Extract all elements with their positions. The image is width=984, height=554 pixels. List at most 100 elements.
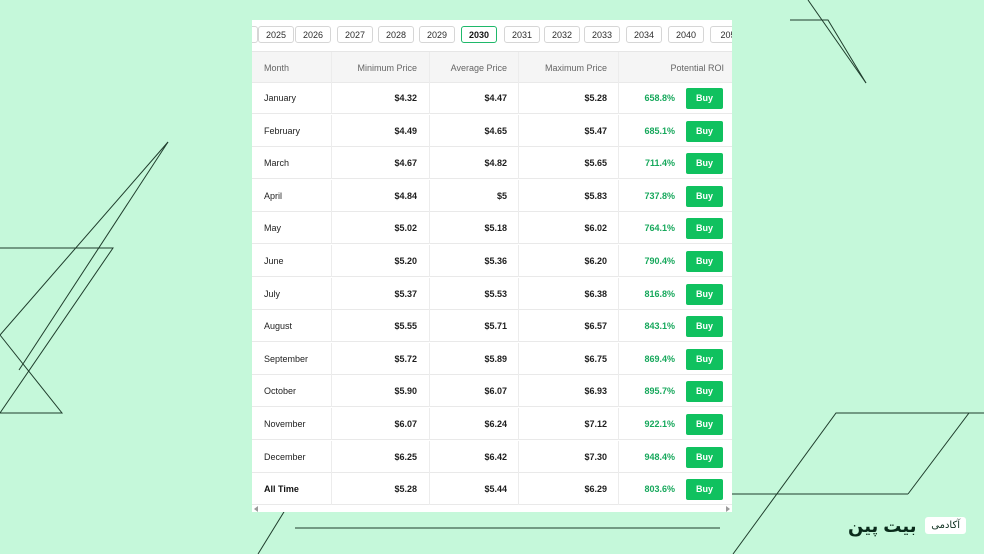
cell-avg-price: $5.36 (429, 245, 518, 277)
table-row: All Time $5.28 $5.44 $6.29 803.6% Buy (252, 473, 732, 506)
cell-avg-price: $6.07 (429, 375, 518, 408)
cell-month: May (264, 223, 282, 234)
buy-button[interactable]: Buy (686, 414, 723, 435)
year-tab-2026[interactable]: 2026 (295, 26, 331, 43)
table-row: September $5.72 $5.89 $6.75 869.4% Buy (252, 342, 732, 375)
year-tab-2040[interactable]: 2040 (668, 26, 704, 43)
roi-value: 711.4% (644, 158, 675, 169)
cell-roi: 816.8% Buy (618, 277, 732, 310)
cell-avg-price: $4.82 (429, 147, 518, 180)
cell-avg-price: $4.47 (429, 82, 518, 114)
buy-button[interactable]: Buy (686, 251, 723, 272)
cell-avg-price: $6.42 (429, 440, 518, 473)
cell-min-price: $4.32 (331, 82, 429, 114)
cell-roi: 895.7% Buy (618, 375, 732, 408)
cell-max-price: $7.30 (518, 440, 618, 473)
cell-month: November (264, 419, 306, 429)
buy-button[interactable]: Buy (686, 185, 723, 207)
roi-value: 790.4% (644, 256, 675, 266)
cell-roi: 803.6% Buy (618, 473, 732, 506)
buy-button[interactable]: Buy (686, 348, 723, 370)
cell-min-price: $5.28 (331, 473, 429, 506)
year-tab-2029[interactable]: 2029 (419, 26, 455, 43)
price-prediction-card: 5202520262027202820292030203120322033203… (252, 20, 732, 512)
year-tab-2031[interactable]: 2031 (504, 26, 540, 43)
cell-avg-price: $5 (429, 179, 518, 212)
cell-max-price: $5.65 (518, 147, 618, 180)
cell-avg-price: $5.71 (429, 310, 518, 343)
cell-roi: 843.1% Buy (618, 310, 732, 343)
table-row: August $5.55 $5.71 $6.57 843.1% Buy (252, 310, 732, 343)
cell-month: September (264, 353, 309, 364)
header-max: Maximum Price (518, 52, 618, 84)
cell-month: July (264, 288, 281, 299)
table-row: July $5.37 $5.53 $6.38 816.8% Buy (252, 277, 732, 310)
table-row: June $5.20 $5.36 $6.20 790.4% Buy (252, 245, 732, 277)
buy-button[interactable]: Buy (686, 120, 723, 142)
brand-badge: آکادمی (925, 517, 966, 534)
brand-wordmark: بیت پین (848, 516, 917, 536)
cell-month: April (264, 190, 283, 201)
table-row: December $6.25 $6.42 $7.30 948.4% Buy (252, 440, 732, 473)
buy-button[interactable]: Buy (686, 316, 723, 338)
roi-value: 764.1% (644, 223, 675, 234)
header-month: Month (264, 63, 290, 73)
cell-min-price: $6.07 (331, 408, 429, 440)
brand-logo: بیت پین آکادمی (848, 515, 966, 537)
buy-button[interactable]: Buy (686, 381, 723, 403)
buy-button[interactable]: Buy (686, 218, 723, 240)
cell-min-price: $5.90 (331, 375, 429, 408)
table-row: October $5.90 $6.07 $6.93 895.7% Buy (252, 375, 732, 408)
roi-value: 816.8% (644, 288, 675, 299)
roi-value: 869.4% (644, 353, 675, 364)
cell-roi: 764.1% Buy (618, 212, 732, 245)
roi-value: 948.4% (644, 451, 675, 462)
roi-value: 803.6% (644, 484, 675, 495)
cell-min-price: $5.02 (331, 212, 429, 245)
cell-roi: 685.1% Buy (618, 114, 732, 147)
cell-max-price: $6.75 (518, 342, 618, 375)
buy-button[interactable]: Buy (686, 283, 723, 305)
header-roi-label: Potential ROI (670, 63, 724, 73)
cell-roi: 948.4% Buy (618, 440, 732, 473)
cell-roi: 922.1% Buy (618, 408, 732, 440)
year-tab-2027[interactable]: 2027 (337, 26, 373, 43)
year-tab-2025[interactable]: 2025 (258, 26, 294, 43)
cell-min-price: $5.55 (331, 310, 429, 343)
year-tab-2034[interactable]: 2034 (626, 26, 662, 43)
year-tab-205[interactable]: 205 (710, 26, 732, 43)
buy-button[interactable]: Buy (686, 153, 723, 175)
cell-month: All Time (264, 484, 299, 495)
roi-value: 895.7% (644, 386, 675, 397)
cell-roi: 658.8% Buy (618, 82, 732, 114)
buy-button[interactable]: Buy (686, 88, 723, 109)
cell-min-price: $4.49 (331, 114, 429, 147)
cell-min-price: $6.25 (331, 440, 429, 473)
year-tab-2030[interactable]: 2030 (461, 26, 497, 43)
cell-roi: 790.4% Buy (618, 245, 732, 277)
scroll-left-arrow-icon[interactable] (254, 506, 258, 512)
cell-min-price: $4.84 (331, 179, 429, 212)
cell-max-price: $5.83 (518, 179, 618, 212)
table-row: May $5.02 $5.18 $6.02 764.1% Buy (252, 212, 732, 245)
cell-avg-price: $6.24 (429, 408, 518, 440)
cell-roi: 869.4% Buy (618, 342, 732, 375)
header-roi: Potential ROI (618, 52, 732, 84)
roi-value: 737.8% (644, 190, 675, 201)
cell-max-price: $6.20 (518, 245, 618, 277)
scroll-right-arrow-icon[interactable] (726, 506, 730, 512)
year-tab-2033[interactable]: 2033 (584, 26, 620, 43)
cell-max-price: $6.57 (518, 310, 618, 343)
cell-month: October (264, 386, 297, 397)
cell-max-price: $6.02 (518, 212, 618, 245)
header-min: Minimum Price (331, 52, 429, 84)
cell-roi: 737.8% Buy (618, 179, 732, 212)
cell-avg-price: $5.18 (429, 212, 518, 245)
cell-max-price: $7.12 (518, 408, 618, 440)
year-tab-2032[interactable]: 2032 (544, 26, 580, 43)
buy-button[interactable]: Buy (686, 446, 723, 468)
buy-button[interactable]: Buy (686, 479, 723, 501)
table-header-row: Month Minimum Price Average Price Maximum P… (252, 51, 732, 84)
year-tab-2028[interactable]: 2028 (378, 26, 414, 43)
roi-value: 685.1% (644, 125, 675, 136)
